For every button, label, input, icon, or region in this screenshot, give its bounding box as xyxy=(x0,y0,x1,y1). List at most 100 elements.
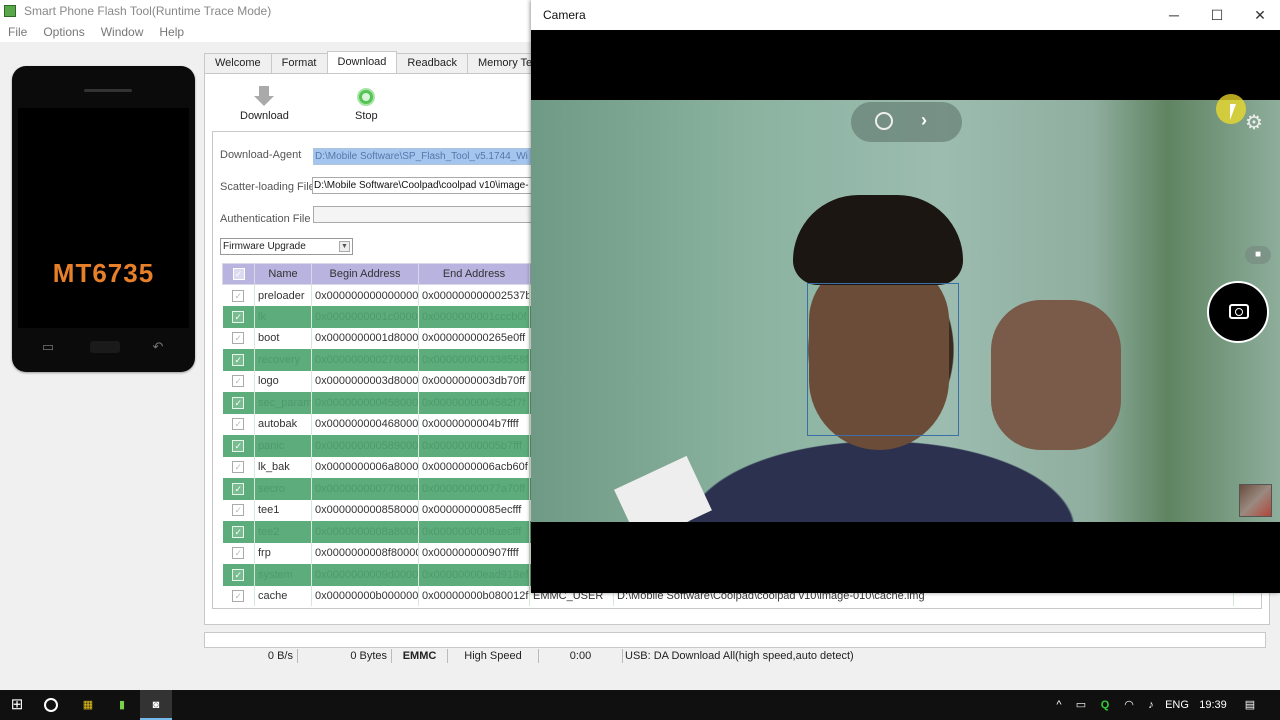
row-checkbox-cell[interactable]: ✓ xyxy=(222,585,255,606)
row-checkbox[interactable]: ✓ xyxy=(232,504,245,517)
clock[interactable]: 19:39 xyxy=(1196,690,1230,720)
last-photo-thumbnail[interactable] xyxy=(1239,484,1272,517)
row-begin-address: 0x0000000002780000 xyxy=(311,349,419,371)
row-checkbox[interactable]: ✓ xyxy=(232,547,245,560)
taskbar-app-icon[interactable]: ▦ xyxy=(72,690,104,720)
windows-start-icon[interactable]: ⊞ xyxy=(0,690,34,720)
minimize-button[interactable]: ─ xyxy=(1152,0,1196,30)
row-checkbox[interactable]: ✓ xyxy=(232,439,245,452)
select-all-header[interactable]: ✓ xyxy=(222,263,255,285)
notifications-icon[interactable]: ▤ xyxy=(1240,690,1260,720)
row-name: tee2 xyxy=(254,521,312,543)
tab-format[interactable]: Format xyxy=(270,53,328,73)
row-checkbox-cell[interactable]: ✓ xyxy=(222,478,255,500)
video-mode-icon[interactable]: ■ xyxy=(1245,246,1271,264)
chevron-right-icon[interactable]: › xyxy=(921,110,927,131)
row-end-address: 0x00000000b080012f xyxy=(418,585,530,606)
row-end-address: 0x00000000ead918ef xyxy=(418,564,530,586)
row-end-address: 0x000000000907ffff xyxy=(418,542,530,564)
row-checkbox-cell[interactable]: ✓ xyxy=(222,284,255,306)
row-checkbox[interactable]: ✓ xyxy=(232,568,245,581)
row-checkbox[interactable]: ✓ xyxy=(232,289,245,302)
maximize-button[interactable]: ☐ xyxy=(1195,0,1239,30)
status-mode: High Speed xyxy=(448,649,539,663)
mode-select[interactable]: Firmware Upgrade ▼ xyxy=(220,238,353,255)
row-checkbox[interactable]: ✓ xyxy=(232,310,245,323)
tab-download[interactable]: Download xyxy=(326,51,398,73)
row-checkbox-cell[interactable]: ✓ xyxy=(222,542,255,564)
language-indicator[interactable]: ENG xyxy=(1164,690,1190,720)
menu-window[interactable]: Window xyxy=(93,25,152,39)
download-button[interactable]: Download xyxy=(240,86,289,122)
volume-icon[interactable]: ♪ xyxy=(1142,690,1160,720)
wifi-icon[interactable]: ◠ xyxy=(1120,690,1138,720)
chevron-up-icon[interactable]: ^ xyxy=(1050,690,1068,720)
camera-icon xyxy=(1229,304,1249,319)
row-checkbox-cell[interactable]: ✓ xyxy=(222,413,255,435)
row-checkbox-cell[interactable]: ✓ xyxy=(222,306,255,328)
row-checkbox-cell[interactable]: ✓ xyxy=(222,564,255,586)
tab-bar: Welcome Format Download Readback Memory … xyxy=(204,51,552,73)
cortana-icon[interactable] xyxy=(36,690,66,720)
camera-options-pill[interactable] xyxy=(851,102,962,142)
status-speed: 0 B/s xyxy=(204,649,298,663)
header-end-address: End Address xyxy=(418,263,530,285)
row-checkbox-cell[interactable]: ✓ xyxy=(222,435,255,457)
take-photo-button[interactable] xyxy=(1207,281,1269,343)
flash-tool-title: Smart Phone Flash Tool(Runtime Trace Mod… xyxy=(24,4,272,18)
menu-help[interactable]: Help xyxy=(151,25,192,39)
row-checkbox-cell[interactable]: ✓ xyxy=(222,370,255,392)
header-name: Name xyxy=(254,263,312,285)
stop-button[interactable]: Stop xyxy=(355,86,378,122)
row-checkbox-cell[interactable]: ✓ xyxy=(222,499,255,521)
row-checkbox-cell[interactable]: ✓ xyxy=(222,349,255,371)
row-name: cache xyxy=(254,585,312,606)
row-checkbox[interactable]: ✓ xyxy=(232,332,245,345)
menu-options[interactable]: Options xyxy=(35,25,92,39)
tray-app-icon[interactable]: Q xyxy=(1096,690,1114,720)
mouse-pointer-icon xyxy=(1230,104,1236,120)
row-checkbox[interactable]: ✓ xyxy=(232,525,245,538)
row-checkbox[interactable]: ✓ xyxy=(232,482,245,495)
row-begin-address: 0x0000000008580000 xyxy=(311,499,419,521)
row-begin-address: 0x0000000008f80000 xyxy=(311,542,419,564)
auth-file-field[interactable] xyxy=(313,206,563,223)
camera-taskbar-icon[interactable]: ◙ xyxy=(140,690,172,720)
row-end-address: 0x0000000001cccb0f xyxy=(418,306,530,328)
download-agent-field[interactable]: D:\Mobile Software\SP_Flash_Tool_v5.1744… xyxy=(313,148,563,165)
tab-welcome[interactable]: Welcome xyxy=(204,53,272,73)
row-end-address: 0x0000000003db70ff xyxy=(418,370,530,392)
flash-tool-taskbar-icon[interactable]: ▮ xyxy=(106,690,138,720)
row-end-address: 0x00000000077a70ff xyxy=(418,478,530,500)
row-begin-address: 0x000000000589000 xyxy=(311,435,419,457)
row-checkbox[interactable]: ✓ xyxy=(232,461,245,474)
row-name: autobak xyxy=(254,413,312,435)
scatter-file-field[interactable]: D:\Mobile Software\Coolpad\coolpad v10\i… xyxy=(312,177,563,194)
row-checkbox[interactable]: ✓ xyxy=(232,375,245,388)
gear-icon[interactable]: ⚙ xyxy=(1243,112,1265,134)
row-end-address: 0x0000000008aecfff xyxy=(418,521,530,543)
status-storage: EMMC xyxy=(392,649,448,663)
close-button[interactable]: ✕ xyxy=(1238,0,1280,30)
row-end-address: 0x000000000265e0ff xyxy=(418,327,530,349)
row-end-address: 0x0000000004b7ffff xyxy=(418,413,530,435)
tab-readback[interactable]: Readback xyxy=(396,53,468,73)
row-checkbox-cell[interactable]: ✓ xyxy=(222,456,255,478)
status-bytes: 0 Bytes xyxy=(298,649,392,663)
row-checkbox-cell[interactable]: ✓ xyxy=(222,327,255,349)
select-all-checkbox[interactable]: ✓ xyxy=(232,268,245,280)
row-name: tee1 xyxy=(254,499,312,521)
row-checkbox[interactable]: ✓ xyxy=(232,396,245,409)
row-end-address: 0x000000000002537b xyxy=(418,284,530,306)
battery-icon[interactable]: ▭ xyxy=(1072,690,1090,720)
row-begin-address: 0x0000000008a80000 xyxy=(311,521,419,543)
row-name: panic xyxy=(254,435,312,457)
menu-file[interactable]: File xyxy=(0,25,35,39)
row-checkbox[interactable]: ✓ xyxy=(232,418,245,431)
timer-icon[interactable] xyxy=(875,112,893,130)
row-checkbox-cell[interactable]: ✓ xyxy=(222,392,255,414)
row-checkbox[interactable]: ✓ xyxy=(232,353,245,366)
scatter-file-label: Scatter-loading File xyxy=(220,181,315,193)
row-checkbox-cell[interactable]: ✓ xyxy=(222,521,255,543)
row-checkbox[interactable]: ✓ xyxy=(232,590,245,603)
